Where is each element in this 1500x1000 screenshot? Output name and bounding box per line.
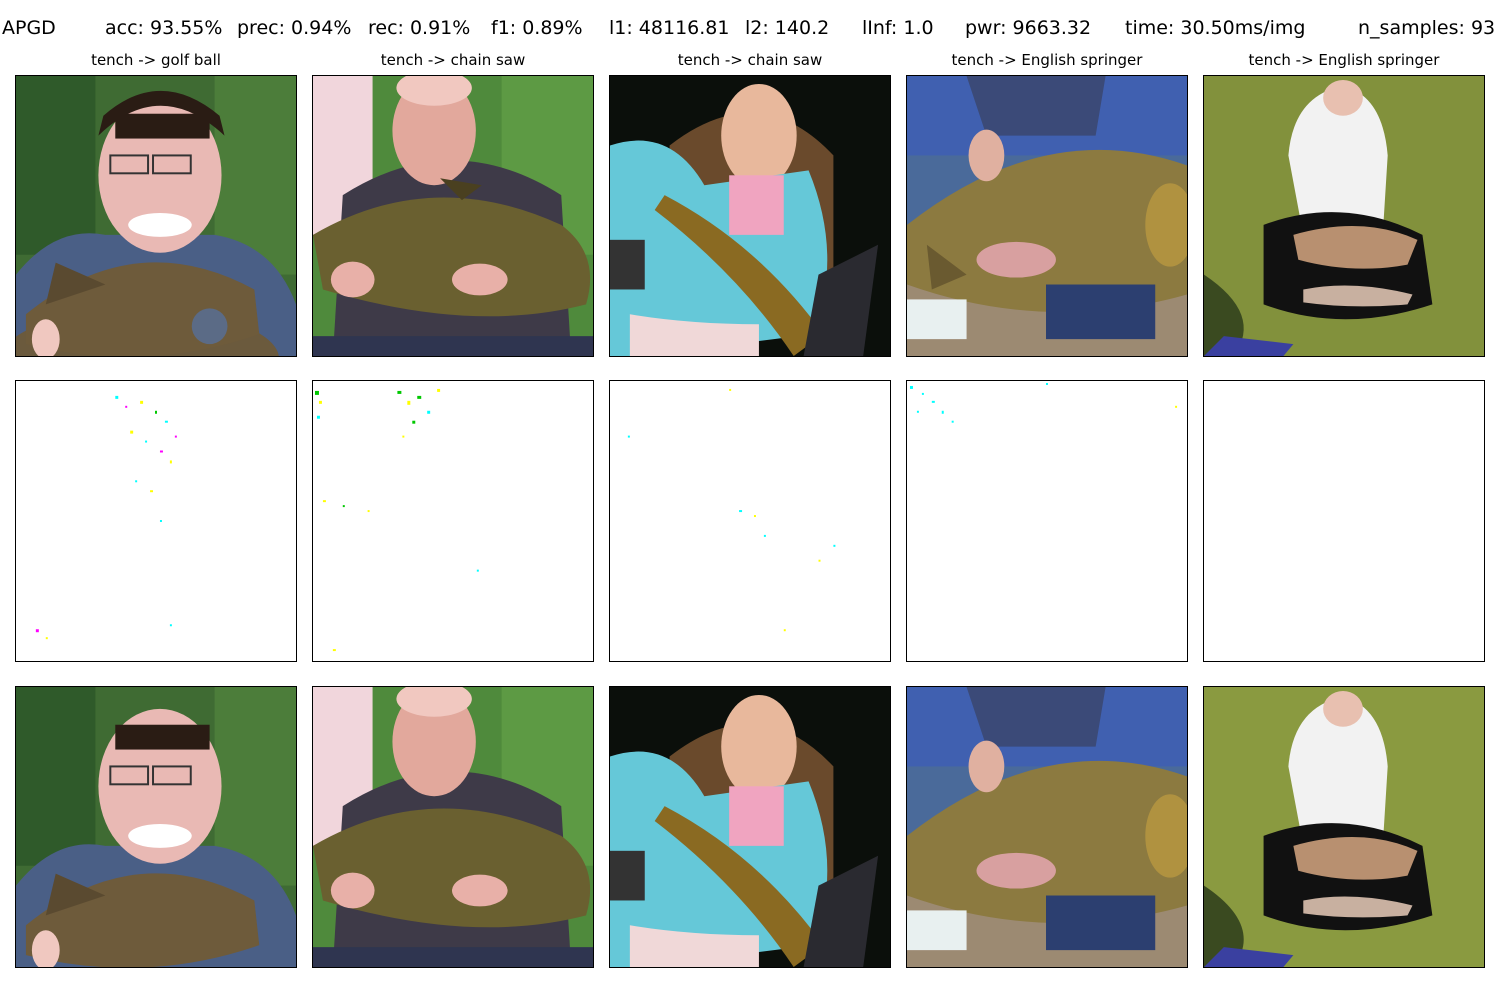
original-image-3: [609, 75, 891, 357]
perturbation-map-5-graphic: [1204, 381, 1484, 661]
original-image-5-graphic: [1204, 76, 1484, 356]
adversarial-image-3-graphic: [610, 687, 890, 967]
original-image-4: [906, 75, 1188, 357]
adversarial-image-4: [906, 686, 1188, 968]
original-image-3-graphic: [610, 76, 890, 356]
column-title-2: tench -> chain saw: [380, 51, 526, 69]
linf-metric: lInf: 1.0: [862, 17, 934, 39]
adversarial-image-2-graphic: [313, 687, 593, 967]
perturbation-map-2-graphic: [313, 381, 593, 661]
adversarial-image-1-graphic: [16, 687, 296, 967]
perturbation-map-5: [1203, 380, 1485, 662]
original-image-4-graphic: [907, 76, 1187, 356]
column-title-4: tench -> English springer: [951, 51, 1143, 69]
attack-method-label: APGD: [2, 17, 56, 39]
original-image-2: [312, 75, 594, 357]
column-title-5: tench -> English springer: [1248, 51, 1440, 69]
l2-metric: l2: 140.2: [745, 17, 830, 39]
column-title-3: tench -> chain saw: [677, 51, 823, 69]
accuracy-metric: acc: 93.55%: [105, 17, 223, 39]
power-metric: pwr: 9663.32: [965, 17, 1092, 39]
perturbation-map-2: [312, 380, 594, 662]
l1-metric: l1: 48116.81: [609, 17, 730, 39]
adversarial-image-1: [15, 686, 297, 968]
adversarial-image-5-graphic: [1204, 687, 1484, 967]
precision-metric: prec: 0.94%: [237, 17, 352, 39]
adversarial-image-2: [312, 686, 594, 968]
adversarial-image-3: [609, 686, 891, 968]
perturbation-map-3: [609, 380, 891, 662]
perturbation-map-4: [906, 380, 1188, 662]
perturbation-map-1: [15, 380, 297, 662]
sample-count-metric: n_samples: 93: [1358, 17, 1496, 39]
original-image-2-graphic: [313, 76, 593, 356]
column-title-1: tench -> golf ball: [91, 51, 221, 69]
f1-metric: f1: 0.89%: [491, 17, 583, 39]
perturbation-map-3-graphic: [610, 381, 890, 661]
original-image-5: [1203, 75, 1485, 357]
adversarial-image-4-graphic: [907, 687, 1187, 967]
recall-metric: rec: 0.91%: [368, 17, 471, 39]
time-metric: time: 30.50ms/img: [1125, 17, 1306, 39]
perturbation-map-4-graphic: [907, 381, 1187, 661]
original-image-1-graphic: [16, 76, 296, 356]
metrics-header: APGD acc: 93.55% prec: 0.94% rec: 0.91% …: [0, 16, 1500, 42]
original-image-1: [15, 75, 297, 357]
perturbation-map-1-graphic: [16, 381, 296, 661]
adversarial-image-5: [1203, 686, 1485, 968]
